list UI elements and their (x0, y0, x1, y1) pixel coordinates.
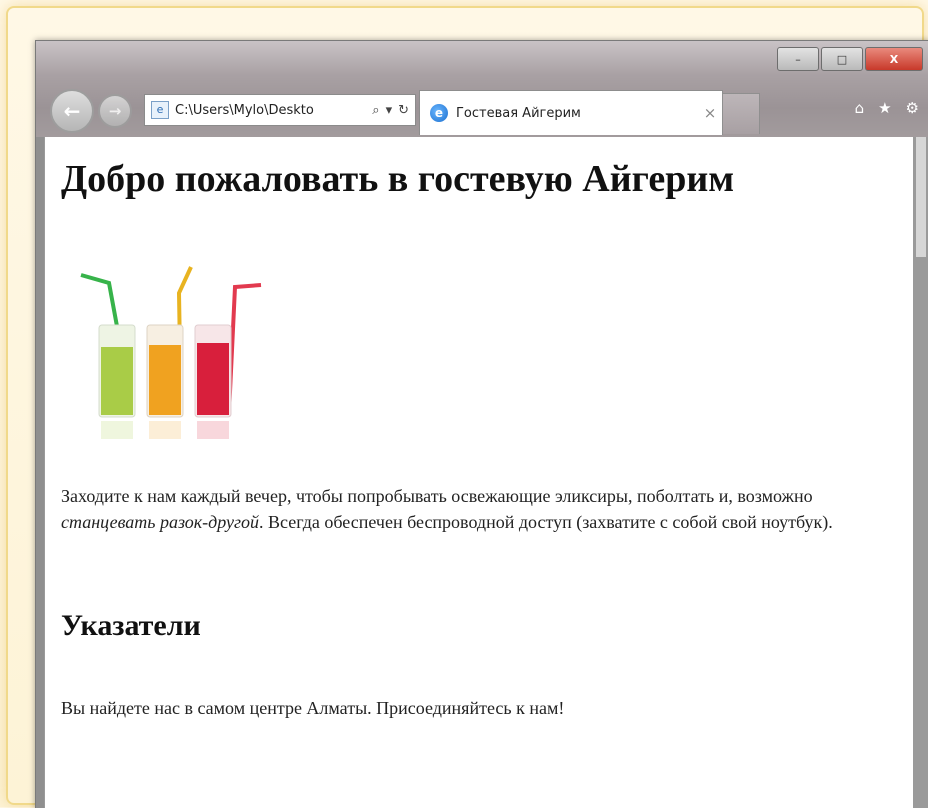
drink-2 (149, 345, 181, 415)
address-bar[interactable]: e C:\Users\Mylo\Deskto ⌕ ▾ ↻ (144, 94, 416, 126)
back-arrow-icon: ← (63, 99, 81, 123)
home-icon[interactable]: ⌂ (855, 99, 865, 117)
window-controls: – □ X (777, 47, 923, 71)
section-heading: Указатели (61, 609, 201, 642)
page-icon: e (151, 101, 169, 119)
forward-arrow-icon: → (108, 102, 122, 120)
ie-icon: e (430, 104, 448, 122)
refresh-icon[interactable]: ↻ (398, 103, 409, 118)
tab-title: Гостевая Айгерим (456, 105, 581, 121)
drink-3 (197, 343, 229, 415)
maximize-button[interactable]: □ (821, 47, 863, 71)
tab-active[interactable]: e Гостевая Айгерим × (419, 90, 723, 135)
forward-button[interactable]: → (98, 94, 132, 128)
page-content: Добро пожаловать в гостевую Айгерим Захо… (44, 137, 915, 808)
dropdown-icon[interactable]: ▾ (386, 103, 393, 118)
drink-1 (101, 347, 133, 415)
address-tools: ⌕ ▾ ↻ (372, 103, 415, 118)
favorites-icon[interactable]: ★ (878, 99, 891, 117)
new-tab-button[interactable] (722, 93, 760, 134)
drinks-image (80, 266, 262, 439)
title-bar: – □ X ← → e C:\Users\Mylo\Deskto ⌕ ▾ ↻ e… (36, 41, 928, 137)
minimize-button[interactable]: – (777, 47, 819, 71)
scrollbar[interactable] (913, 137, 928, 808)
page-title: Добро пожаловать в гостевую Айгерим (61, 158, 735, 200)
close-button[interactable]: X (865, 47, 923, 71)
browser-tools: ⌂ ★ ⚙ (855, 99, 919, 117)
address-text[interactable]: C:\Users\Mylo\Deskto (175, 103, 372, 118)
search-icon[interactable]: ⌕ (372, 103, 379, 118)
intro-emphasis: станцевать разок-другой (61, 512, 260, 532)
browser-window: – □ X ← → e C:\Users\Mylo\Deskto ⌕ ▾ ↻ e… (35, 40, 928, 808)
tab-close-icon[interactable]: × (698, 104, 722, 122)
scrollbar-thumb[interactable] (916, 137, 926, 257)
directions-paragraph: Вы найдете нас в самом центре Алматы. Пр… (61, 698, 565, 718)
intro-text-1: Заходите к нам каждый вечер, чтобы попро… (61, 486, 813, 506)
intro-paragraph: Заходите к нам каждый вечер, чтобы попро… (61, 483, 911, 535)
intro-text-2: . Всегда обеспечен беспроводной доступ (… (259, 512, 833, 532)
settings-icon[interactable]: ⚙ (906, 99, 919, 117)
back-button[interactable]: ← (50, 89, 94, 133)
straw-red (227, 283, 262, 414)
